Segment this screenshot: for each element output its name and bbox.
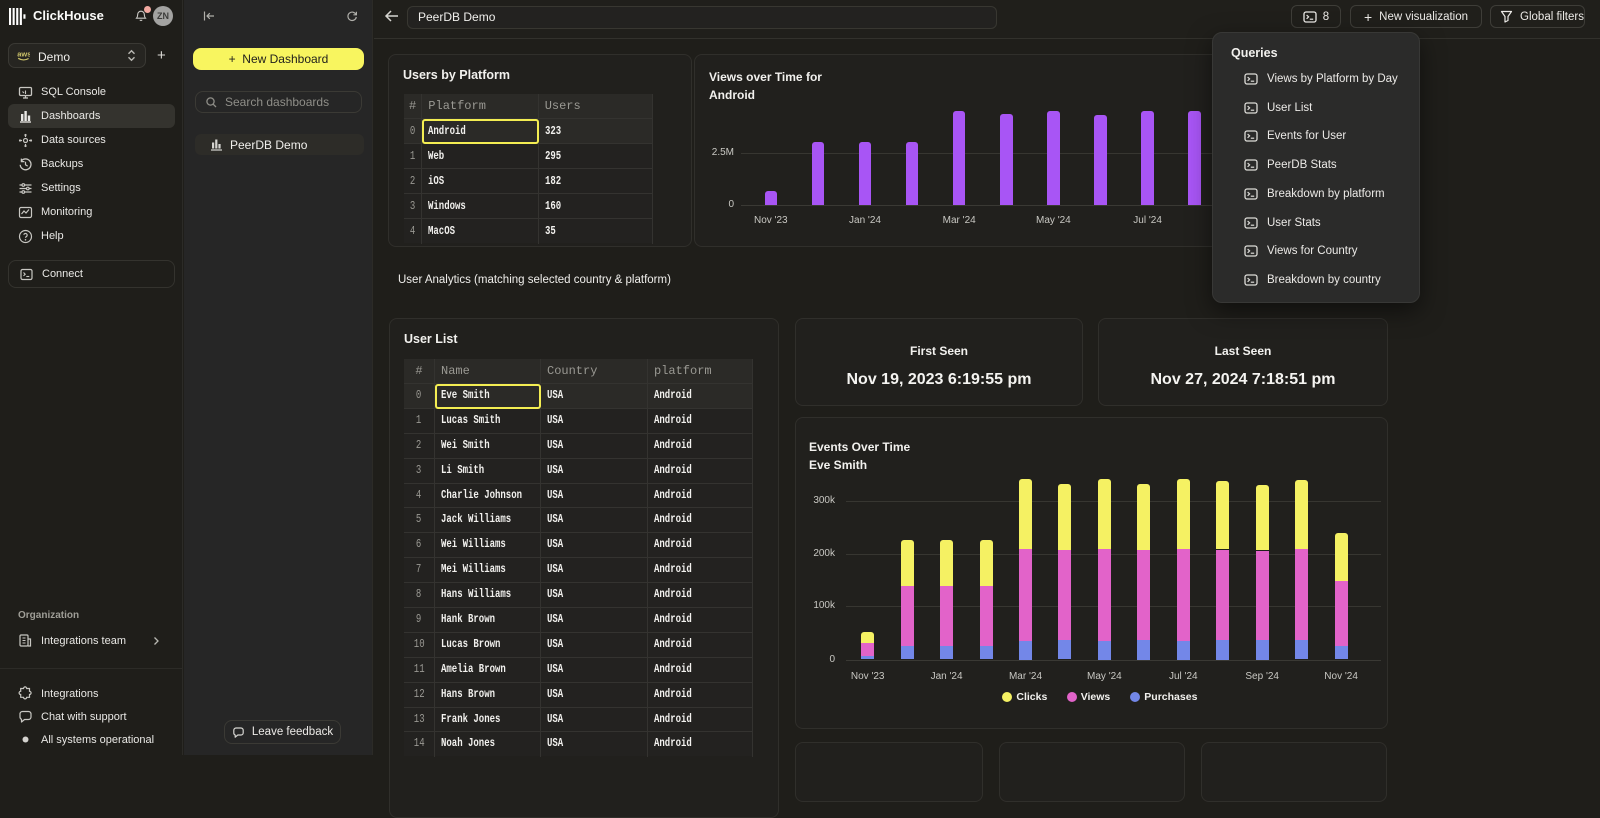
svg-text:aws: aws [17, 50, 30, 59]
